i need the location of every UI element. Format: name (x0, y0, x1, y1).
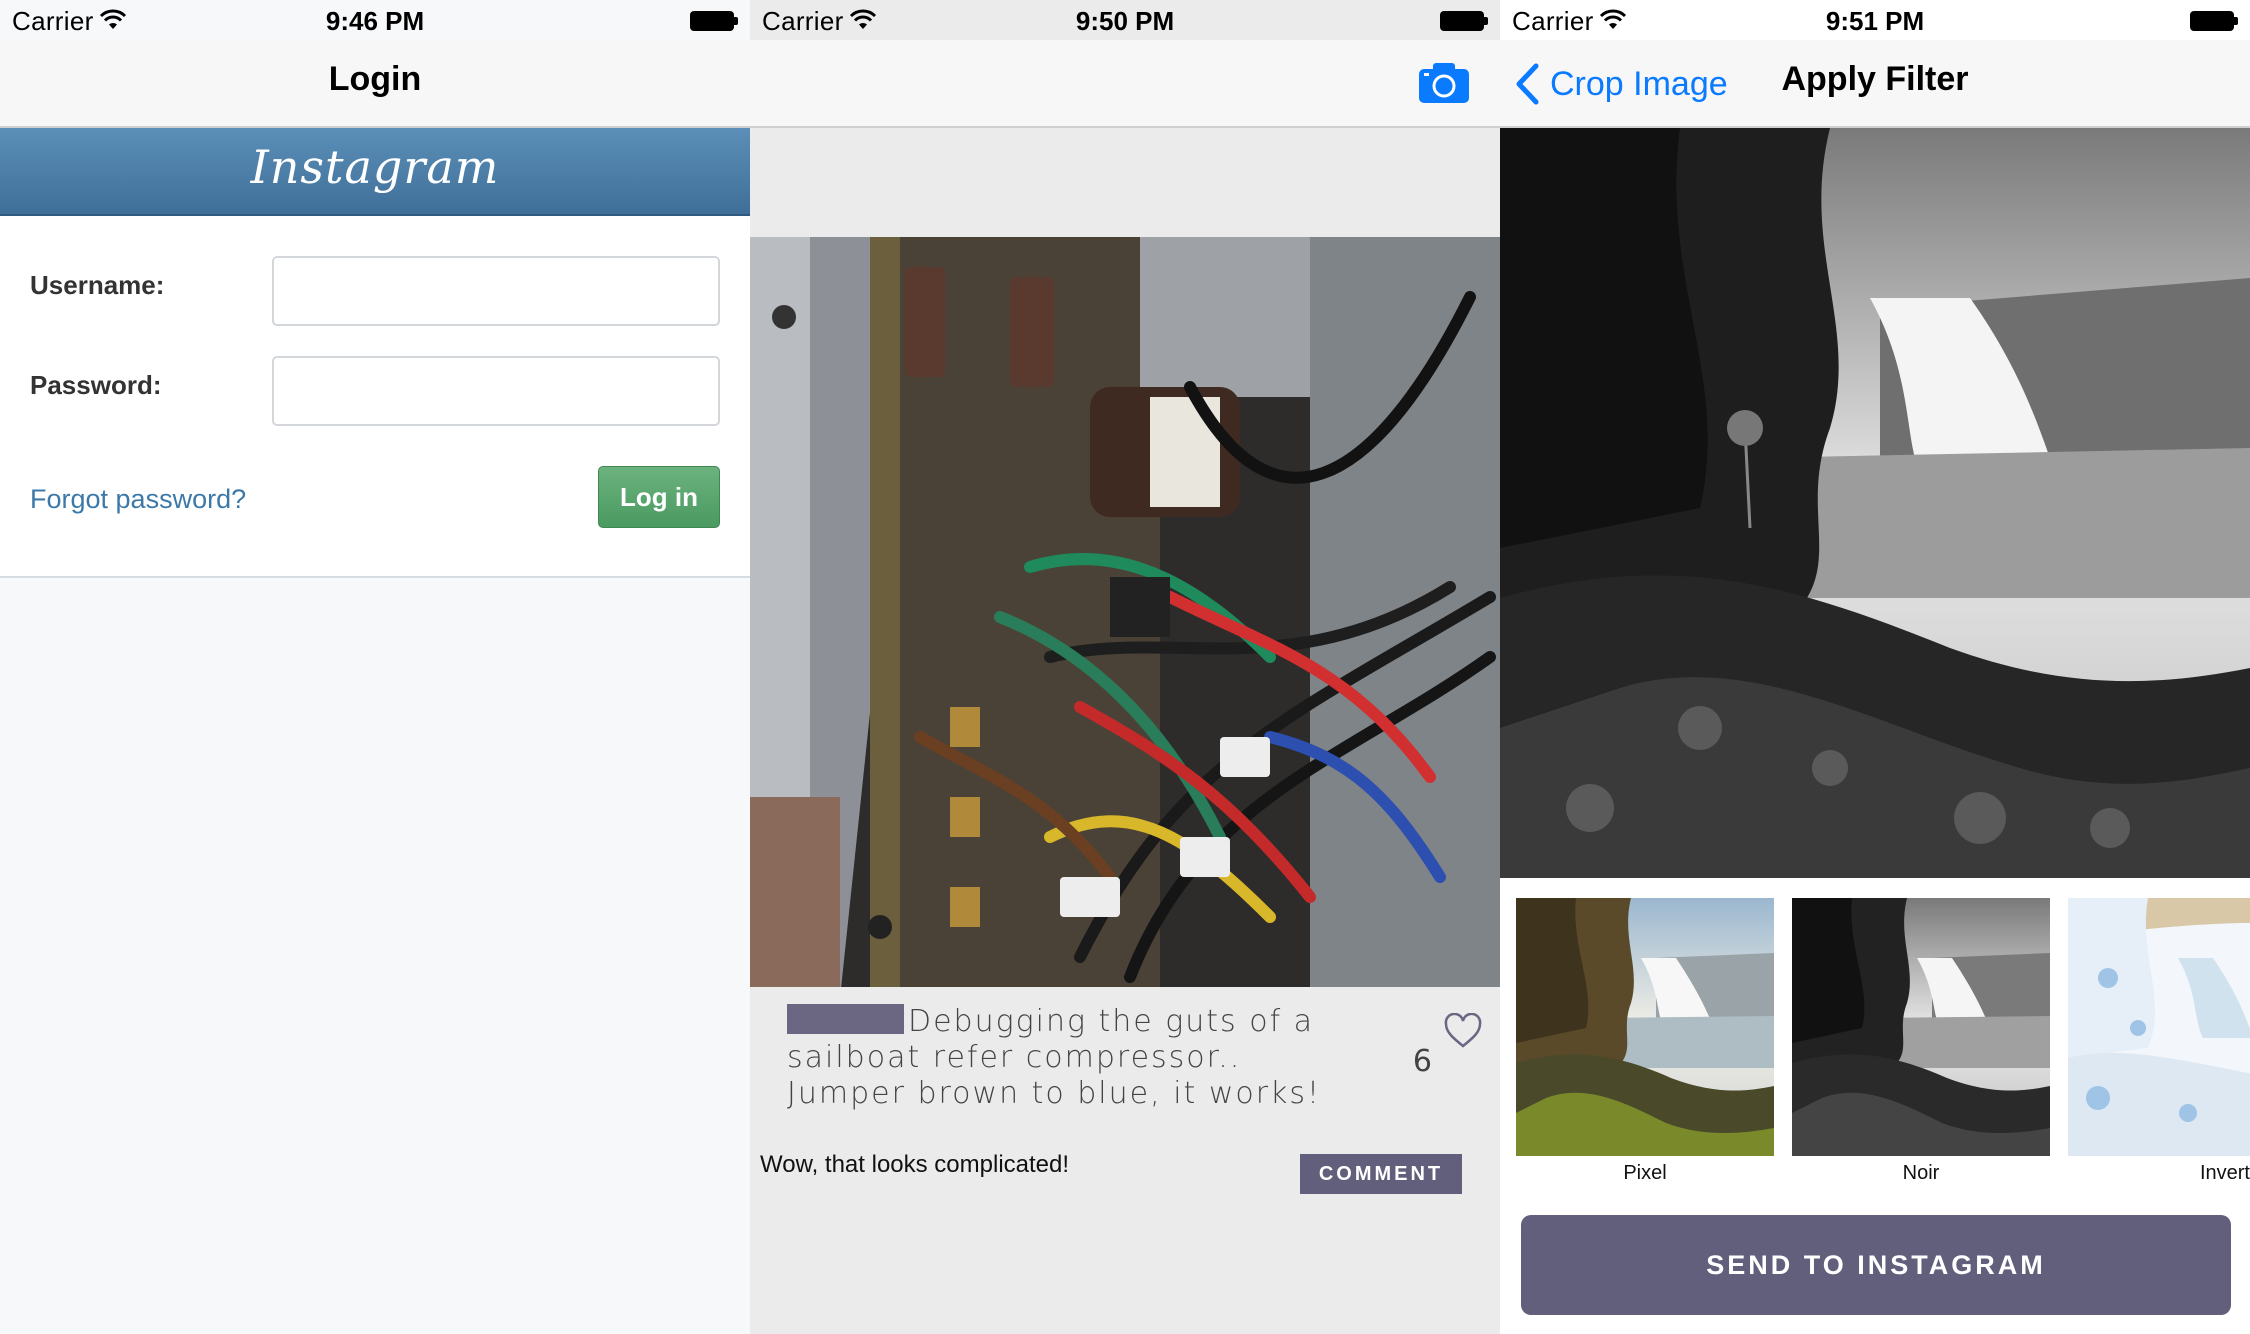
apply-filter-screen: Carrier 9:51 PM Crop Image Apply Filter (1500, 0, 2250, 1334)
filter-thumbnail[interactable] (2068, 898, 2250, 1156)
nav-bar (750, 40, 1500, 128)
send-to-instagram-button[interactable]: SEND TO INSTAGRAM (1521, 1215, 2231, 1315)
camera-icon[interactable] (1418, 62, 1470, 104)
status-time: 9:51 PM (1825, 6, 1925, 36)
login-form: Username: Password: Forgot password? Log… (0, 216, 750, 578)
battery-icon (1440, 11, 1488, 31)
nav-bar: Login (0, 40, 750, 128)
brand-header: Instagram (0, 128, 750, 216)
filtered-photo-preview (1500, 128, 2250, 878)
comment-text: Wow, that looks complicated! (760, 1151, 1070, 1178)
filter-thumbnail[interactable] (1792, 898, 2050, 1156)
forgot-password-link[interactable]: Forgot password? (30, 484, 246, 515)
chevron-left-icon (1516, 63, 1539, 105)
status-time: 9:46 PM (325, 6, 425, 36)
password-label: Password: (30, 370, 162, 400)
post-caption: Debugging the guts of a sailboat refer c… (787, 1004, 1357, 1112)
like-count: 6 (1412, 1044, 1432, 1079)
feed-screen: Carrier 9:50 PM Debugging the guts of a … (750, 0, 1500, 1334)
status-bar: Carrier 9:46 PM (0, 0, 750, 40)
nav-bar: Crop Image Apply Filter (1500, 40, 2250, 128)
filter-label-invert: Invert (2199, 1162, 2250, 1184)
status-time: 9:50 PM (1075, 6, 1175, 36)
post-photo (750, 237, 1500, 987)
filter-label-pixel: Pixel (1623, 1162, 1667, 1184)
status-bar: Carrier 9:50 PM (750, 0, 1500, 40)
instagram-logo: Instagram (250, 140, 500, 194)
battery-icon (2190, 11, 2238, 31)
redacted-username (787, 1004, 904, 1034)
filter-label-noir: Noir (1902, 1162, 1940, 1184)
page-title: Apply Filter (1781, 60, 1969, 98)
status-bar: Carrier 9:51 PM (1500, 0, 2250, 40)
page-title: Login (328, 60, 422, 98)
app-screens: Carrier 9:46 PM Login Instagram Username… (0, 0, 2250, 1334)
password-field[interactable] (272, 356, 720, 426)
filter-thumbnails: Pixel Noir Invert (1500, 878, 2250, 1198)
filter-thumbnail[interactable] (1516, 898, 1774, 1156)
comment-button[interactable]: COMMENT (1300, 1154, 1462, 1194)
username-label: Username: (30, 270, 165, 300)
login-screen: Carrier 9:46 PM Login Instagram Username… (0, 0, 750, 1334)
username-field[interactable] (272, 256, 720, 326)
heart-icon[interactable] (1443, 1013, 1483, 1049)
battery-icon (690, 11, 738, 31)
login-button[interactable]: Log in (598, 466, 720, 528)
